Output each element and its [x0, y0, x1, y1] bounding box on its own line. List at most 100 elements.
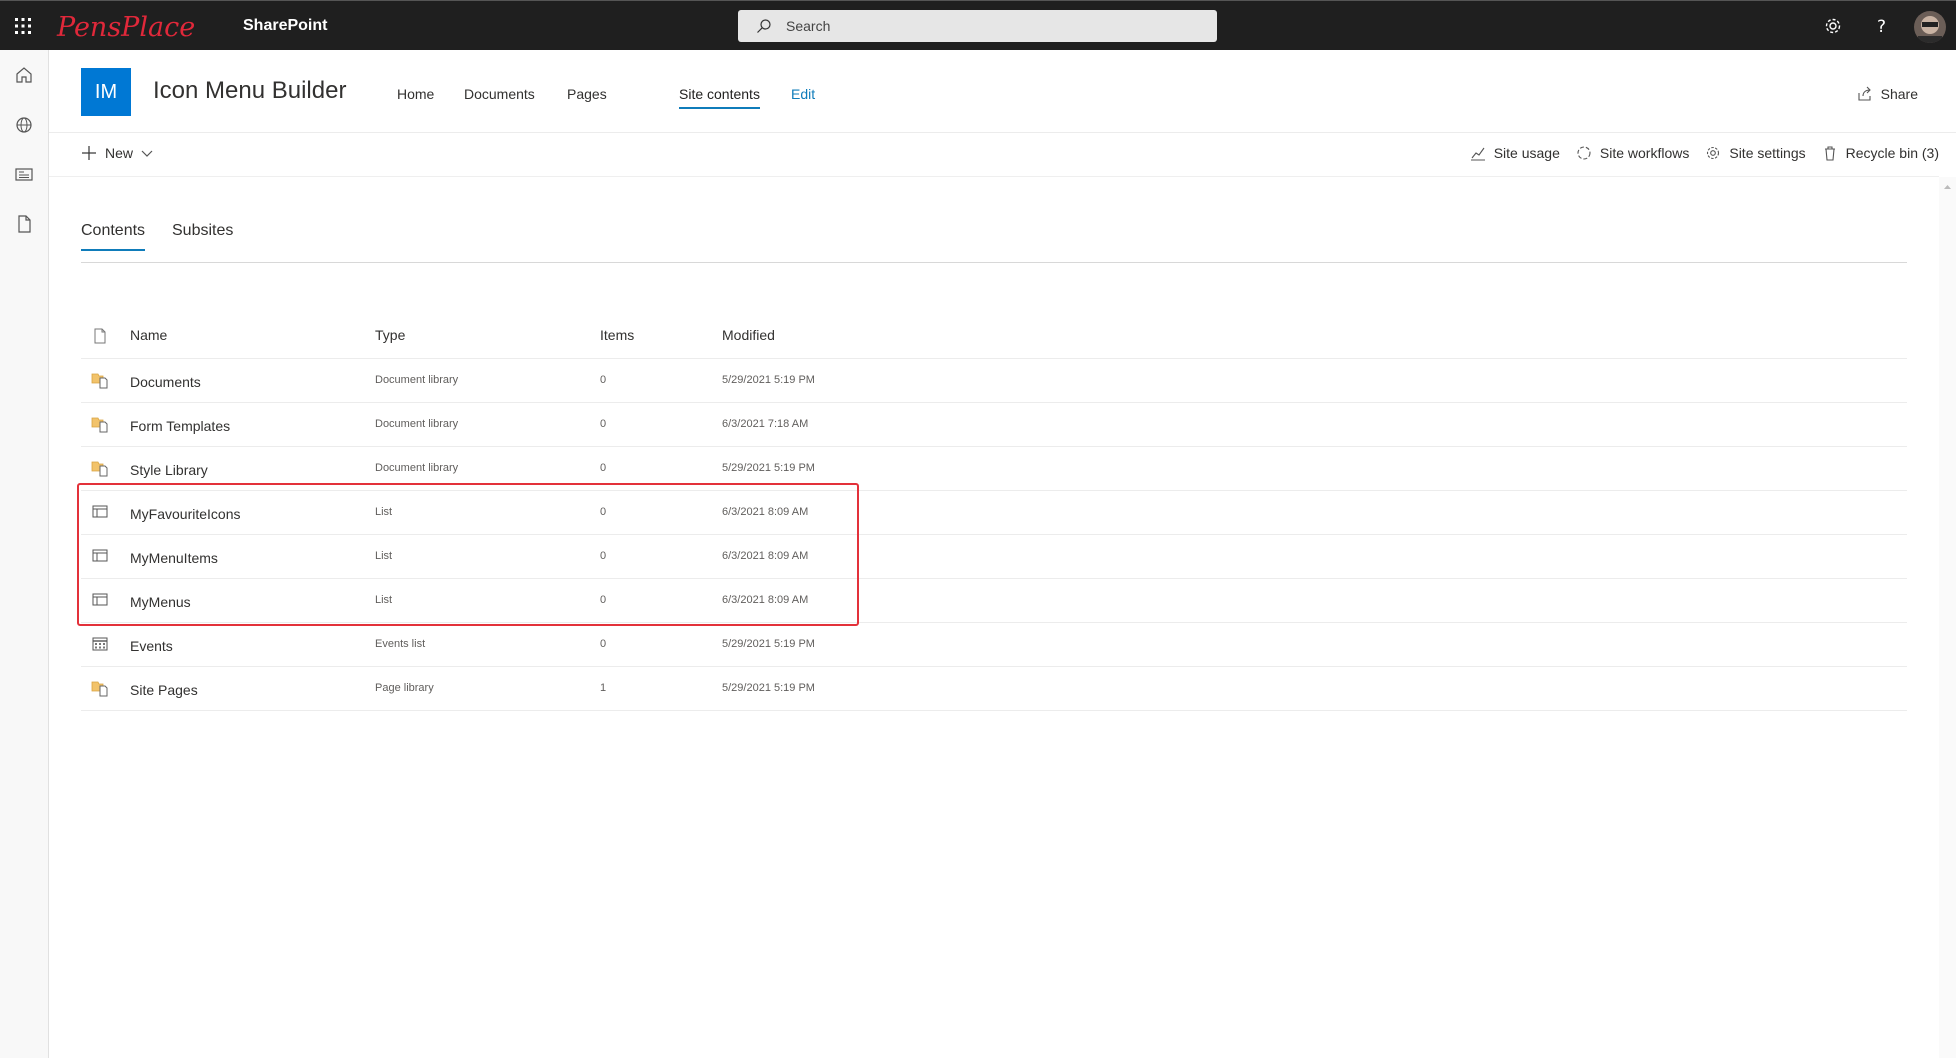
row-type: List [375, 550, 393, 562]
pivot-tabs: Contents Subsites [81, 218, 1907, 263]
row-modified: 6/3/2021 8:09 AM [722, 594, 809, 606]
site-usage-button[interactable]: Site usage [1470, 145, 1560, 161]
row-items: 0 [600, 506, 607, 518]
nav-documents[interactable]: Documents [464, 86, 535, 102]
nav-edit-link[interactable]: Edit [791, 86, 815, 102]
row-items: 0 [600, 462, 607, 474]
header-items[interactable]: Items [600, 327, 634, 343]
site-workflows-button[interactable]: Site workflows [1576, 145, 1689, 161]
table-row[interactable]: Form Templates Document library 0 6/3/20… [81, 403, 1907, 447]
site-usage-label: Site usage [1493, 145, 1560, 161]
search-input[interactable] [784, 16, 1204, 36]
settings-gear-icon[interactable] [1822, 15, 1844, 37]
chart-icon [1470, 147, 1485, 161]
svg-text:?: ? [1877, 17, 1886, 37]
table-row[interactable]: MyMenuItems List 0 6/3/2021 8:09 AM [81, 535, 1907, 579]
command-bar: New Site usage Site workflows Site setti… [49, 133, 1939, 177]
svg-text:PensPlace: PensPlace [56, 12, 195, 43]
share-button[interactable]: Share [1857, 86, 1918, 102]
news-icon[interactable] [13, 163, 35, 185]
scroll-up-icon[interactable] [1939, 181, 1956, 193]
row-items: 0 [600, 638, 607, 650]
row-name[interactable]: Documents [130, 374, 201, 390]
home-icon[interactable] [13, 64, 35, 86]
table-row[interactable]: MyFavouriteIcons List 0 6/3/2021 8:09 AM [81, 491, 1907, 535]
site-settings-button[interactable]: Site settings [1705, 145, 1806, 161]
workflow-icon [1577, 146, 1591, 160]
share-label: Share [1880, 86, 1918, 102]
chevron-down-icon [141, 150, 153, 157]
row-name[interactable]: Style Library [130, 462, 208, 478]
table-row[interactable]: MyMenus List 0 6/3/2021 8:09 AM [81, 579, 1907, 623]
list-icon [92, 593, 108, 606]
site-settings-label: Site settings [1729, 145, 1806, 161]
row-items: 1 [600, 682, 607, 694]
page-library-icon [91, 681, 108, 697]
row-items: 0 [600, 594, 607, 606]
pensplace-logo[interactable]: PensPlace [55, 8, 215, 44]
nav-home[interactable]: Home [397, 86, 434, 102]
recycle-bin-button[interactable]: Recycle bin (3) [1822, 145, 1939, 161]
nav-site-contents[interactable]: Site contents [679, 86, 760, 109]
plus-icon [82, 146, 96, 160]
table-row[interactable]: Events Events list 0 5/29/2021 5:19 PM [81, 623, 1907, 667]
list-icon [92, 549, 108, 562]
row-type: Document library [375, 462, 459, 474]
tab-contents[interactable]: Contents [81, 222, 146, 251]
row-name[interactable]: Form Templates [130, 418, 230, 434]
nav-pages[interactable]: Pages [567, 86, 607, 102]
tab-subsites[interactable]: Subsites [172, 222, 233, 249]
row-name[interactable]: Events [130, 638, 173, 654]
row-type: Events list [375, 638, 426, 650]
user-avatar[interactable] [1914, 11, 1946, 43]
file-type-header-icon[interactable] [91, 327, 109, 345]
row-items: 0 [600, 374, 607, 386]
row-modified: 5/29/2021 5:19 PM [722, 638, 815, 650]
row-name[interactable]: MyMenus [130, 594, 191, 610]
gear-icon [1707, 146, 1720, 160]
left-rail [0, 50, 49, 1058]
search-icon [757, 19, 771, 33]
site-logo[interactable]: IM [81, 68, 131, 116]
document-library-icon [91, 373, 108, 389]
site-workflows-label: Site workflows [1599, 145, 1690, 161]
row-items: 0 [600, 550, 607, 562]
header-type[interactable]: Type [375, 327, 405, 343]
row-name[interactable]: MyFavouriteIcons [130, 506, 240, 522]
document-library-icon [91, 461, 108, 477]
share-icon [1858, 86, 1871, 101]
site-header: IM Icon Menu Builder Home Documents Page… [49, 50, 1956, 133]
calendar-icon [92, 637, 108, 651]
new-button[interactable]: New [81, 145, 153, 161]
page-icon[interactable] [13, 213, 35, 235]
table-row[interactable]: Site Pages Page library 1 5/29/2021 5:19… [81, 667, 1907, 711]
site-title[interactable]: Icon Menu Builder [153, 77, 346, 105]
recycle-bin-label: Recycle bin (3) [1845, 145, 1939, 161]
list-icon [92, 505, 108, 518]
suite-bar: PensPlace SharePoint ? [0, 0, 1956, 50]
row-items: 0 [600, 418, 607, 430]
row-modified: 6/3/2021 8:09 AM [722, 506, 809, 518]
header-name[interactable]: Name [130, 327, 167, 343]
table-row[interactable]: Documents Document library 0 5/29/2021 5… [81, 359, 1907, 403]
row-modified: 5/29/2021 5:19 PM [722, 682, 815, 694]
header-modified[interactable]: Modified [722, 327, 775, 343]
table-header-row: Name Type Items Modified [81, 315, 1907, 359]
trash-icon [1824, 146, 1835, 161]
search-box[interactable] [738, 10, 1217, 42]
row-name[interactable]: Site Pages [130, 682, 198, 698]
row-modified: 6/3/2021 7:18 AM [722, 418, 809, 430]
row-type: Page library [375, 682, 434, 694]
row-type: Document library [375, 418, 459, 430]
sharepoint-link[interactable]: SharePoint [243, 17, 327, 35]
row-type: List [375, 594, 393, 606]
globe-icon[interactable] [13, 114, 35, 136]
table-row[interactable]: Style Library Document library 0 5/29/20… [81, 447, 1907, 491]
help-icon[interactable]: ? [1871, 15, 1893, 37]
vertical-scrollbar[interactable] [1939, 177, 1956, 1058]
row-type: Document library [375, 374, 459, 386]
row-modified: 5/29/2021 5:19 PM [722, 462, 815, 474]
row-modified: 5/29/2021 5:19 PM [722, 374, 815, 386]
app-launcher-icon[interactable] [10, 13, 36, 39]
row-name[interactable]: MyMenuItems [130, 550, 218, 566]
